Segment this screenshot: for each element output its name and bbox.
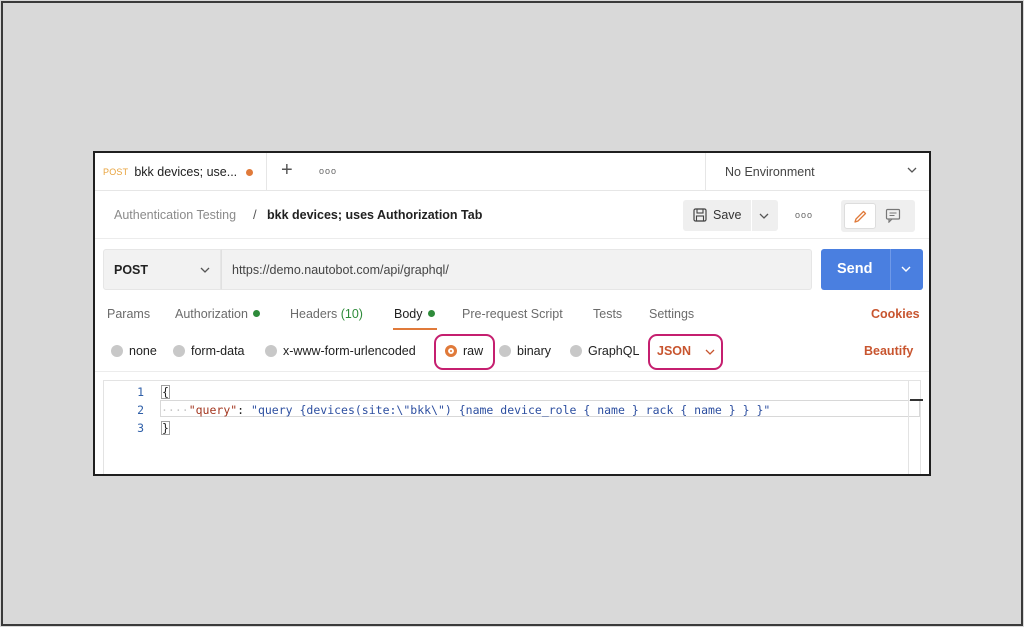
radio-form-data-label: form-data (191, 344, 245, 358)
tab-prerequest-script[interactable]: Pre-request Script (462, 307, 563, 321)
radio-binary-label: binary (517, 344, 552, 358)
json-key: "query" (188, 403, 238, 417)
postman-request-panel: POST bkk devices; use... + ooo No Enviro… (93, 151, 931, 476)
tab-headers-label: Headers (290, 307, 338, 321)
active-tab-underline (393, 328, 437, 330)
breadcrumb-collection[interactable]: Authentication Testing (114, 208, 236, 222)
radio-urlencoded-label: x-www-form-urlencoded (283, 344, 416, 358)
comment-icon[interactable] (885, 208, 901, 223)
radio-graphql-label: GraphQL (588, 344, 640, 358)
code-line-2: ····"query": "query {devices(site:\"bkk\… (161, 403, 770, 417)
pencil-icon (854, 210, 867, 223)
open-brace: { (161, 385, 170, 399)
send-divider (890, 249, 891, 290)
tab-options-more-icon[interactable]: ooo (319, 166, 337, 176)
body-language-select[interactable]: JSON (657, 344, 691, 358)
environment-label: No Environment (725, 165, 815, 179)
radio-raw[interactable]: raw (445, 344, 483, 358)
mode-toggle (841, 200, 915, 232)
chevron-down-icon (200, 267, 210, 273)
line-number: 3 (137, 421, 144, 435)
tab-headers[interactable]: Headers (10) (290, 307, 363, 321)
tab-authorization-label: Authorization (175, 307, 248, 321)
tab-tests[interactable]: Tests (593, 307, 622, 321)
tab-method-label: POST (103, 167, 129, 177)
radio-none[interactable]: none (111, 344, 157, 358)
radio-circle-icon (173, 345, 185, 357)
save-divider (751, 200, 752, 231)
tab-params[interactable]: Params (107, 307, 150, 321)
breadcrumb: Authentication Testing / bkk devices; us… (95, 191, 929, 239)
radio-form-data[interactable]: form-data (173, 344, 245, 358)
editor-scrollbar[interactable] (908, 381, 909, 474)
edit-mode-button[interactable] (844, 203, 876, 229)
request-more-icon[interactable]: ooo (795, 210, 813, 220)
chevron-down-icon (907, 167, 917, 173)
line-number: 1 (137, 385, 144, 399)
close-brace: } (161, 421, 170, 435)
radio-circle-icon (111, 345, 123, 357)
url-input[interactable]: https://demo.nautobot.com/api/graphql/ (221, 249, 812, 290)
json-colon: : (237, 403, 252, 417)
breadcrumb-separator: / (253, 207, 257, 222)
http-method-select[interactable]: POST (103, 249, 221, 290)
tab-authorization[interactable]: Authorization (175, 307, 260, 321)
save-label: Save (713, 208, 742, 222)
indent-dots: ···· (161, 403, 189, 417)
cookies-link[interactable]: Cookies (871, 307, 920, 321)
environment-select[interactable]: No Environment (705, 153, 929, 191)
request-tab[interactable]: POST bkk devices; use... (95, 153, 267, 191)
line-number: 2 (137, 403, 144, 417)
radio-circle-icon (265, 345, 277, 357)
radio-none-label: none (129, 344, 157, 358)
http-method-label: POST (114, 263, 149, 277)
new-tab-plus-icon[interactable]: + (281, 159, 293, 182)
overview-ruler-cursor (910, 399, 923, 401)
radio-urlencoded[interactable]: x-www-form-urlencoded (265, 344, 416, 358)
radio-circle-icon (570, 345, 582, 357)
code-line-1: { (161, 385, 170, 399)
radio-circle-icon (499, 345, 511, 357)
unsaved-dot-icon (246, 169, 253, 176)
chevron-down-icon[interactable] (705, 347, 715, 357)
radio-binary[interactable]: binary (499, 344, 551, 358)
chevron-down-icon[interactable] (759, 211, 769, 221)
code-line-3: } (161, 421, 170, 435)
request-name[interactable]: bkk devices; uses Authorization Tab (267, 208, 482, 222)
beautify-link[interactable]: Beautify (864, 344, 913, 358)
json-value: "query {devices(site:\"bkk\") {name devi… (251, 403, 771, 417)
status-dot-icon (252, 310, 260, 317)
tab-title: bkk devices; use... (134, 165, 238, 179)
headers-count: (10) (340, 307, 363, 321)
tab-body[interactable]: Body (394, 307, 435, 321)
save-disk-icon (693, 208, 707, 222)
tab-settings[interactable]: Settings (649, 307, 694, 321)
tab-bar: POST bkk devices; use... + ooo No Enviro… (95, 153, 929, 191)
radio-selected-icon (445, 345, 457, 357)
tab-body-label: Body (394, 307, 423, 321)
chevron-down-icon[interactable] (901, 264, 911, 274)
status-dot-icon (427, 310, 435, 317)
code-editor[interactable]: 1 2 3 { ····"query": "query {devices(sit… (103, 380, 923, 474)
radio-raw-label: raw (463, 344, 484, 358)
radio-graphql[interactable]: GraphQL (570, 344, 639, 358)
send-label: Send (837, 261, 873, 277)
save-button[interactable]: Save (683, 200, 778, 231)
divider (95, 371, 929, 372)
send-button[interactable]: Send (821, 249, 923, 290)
